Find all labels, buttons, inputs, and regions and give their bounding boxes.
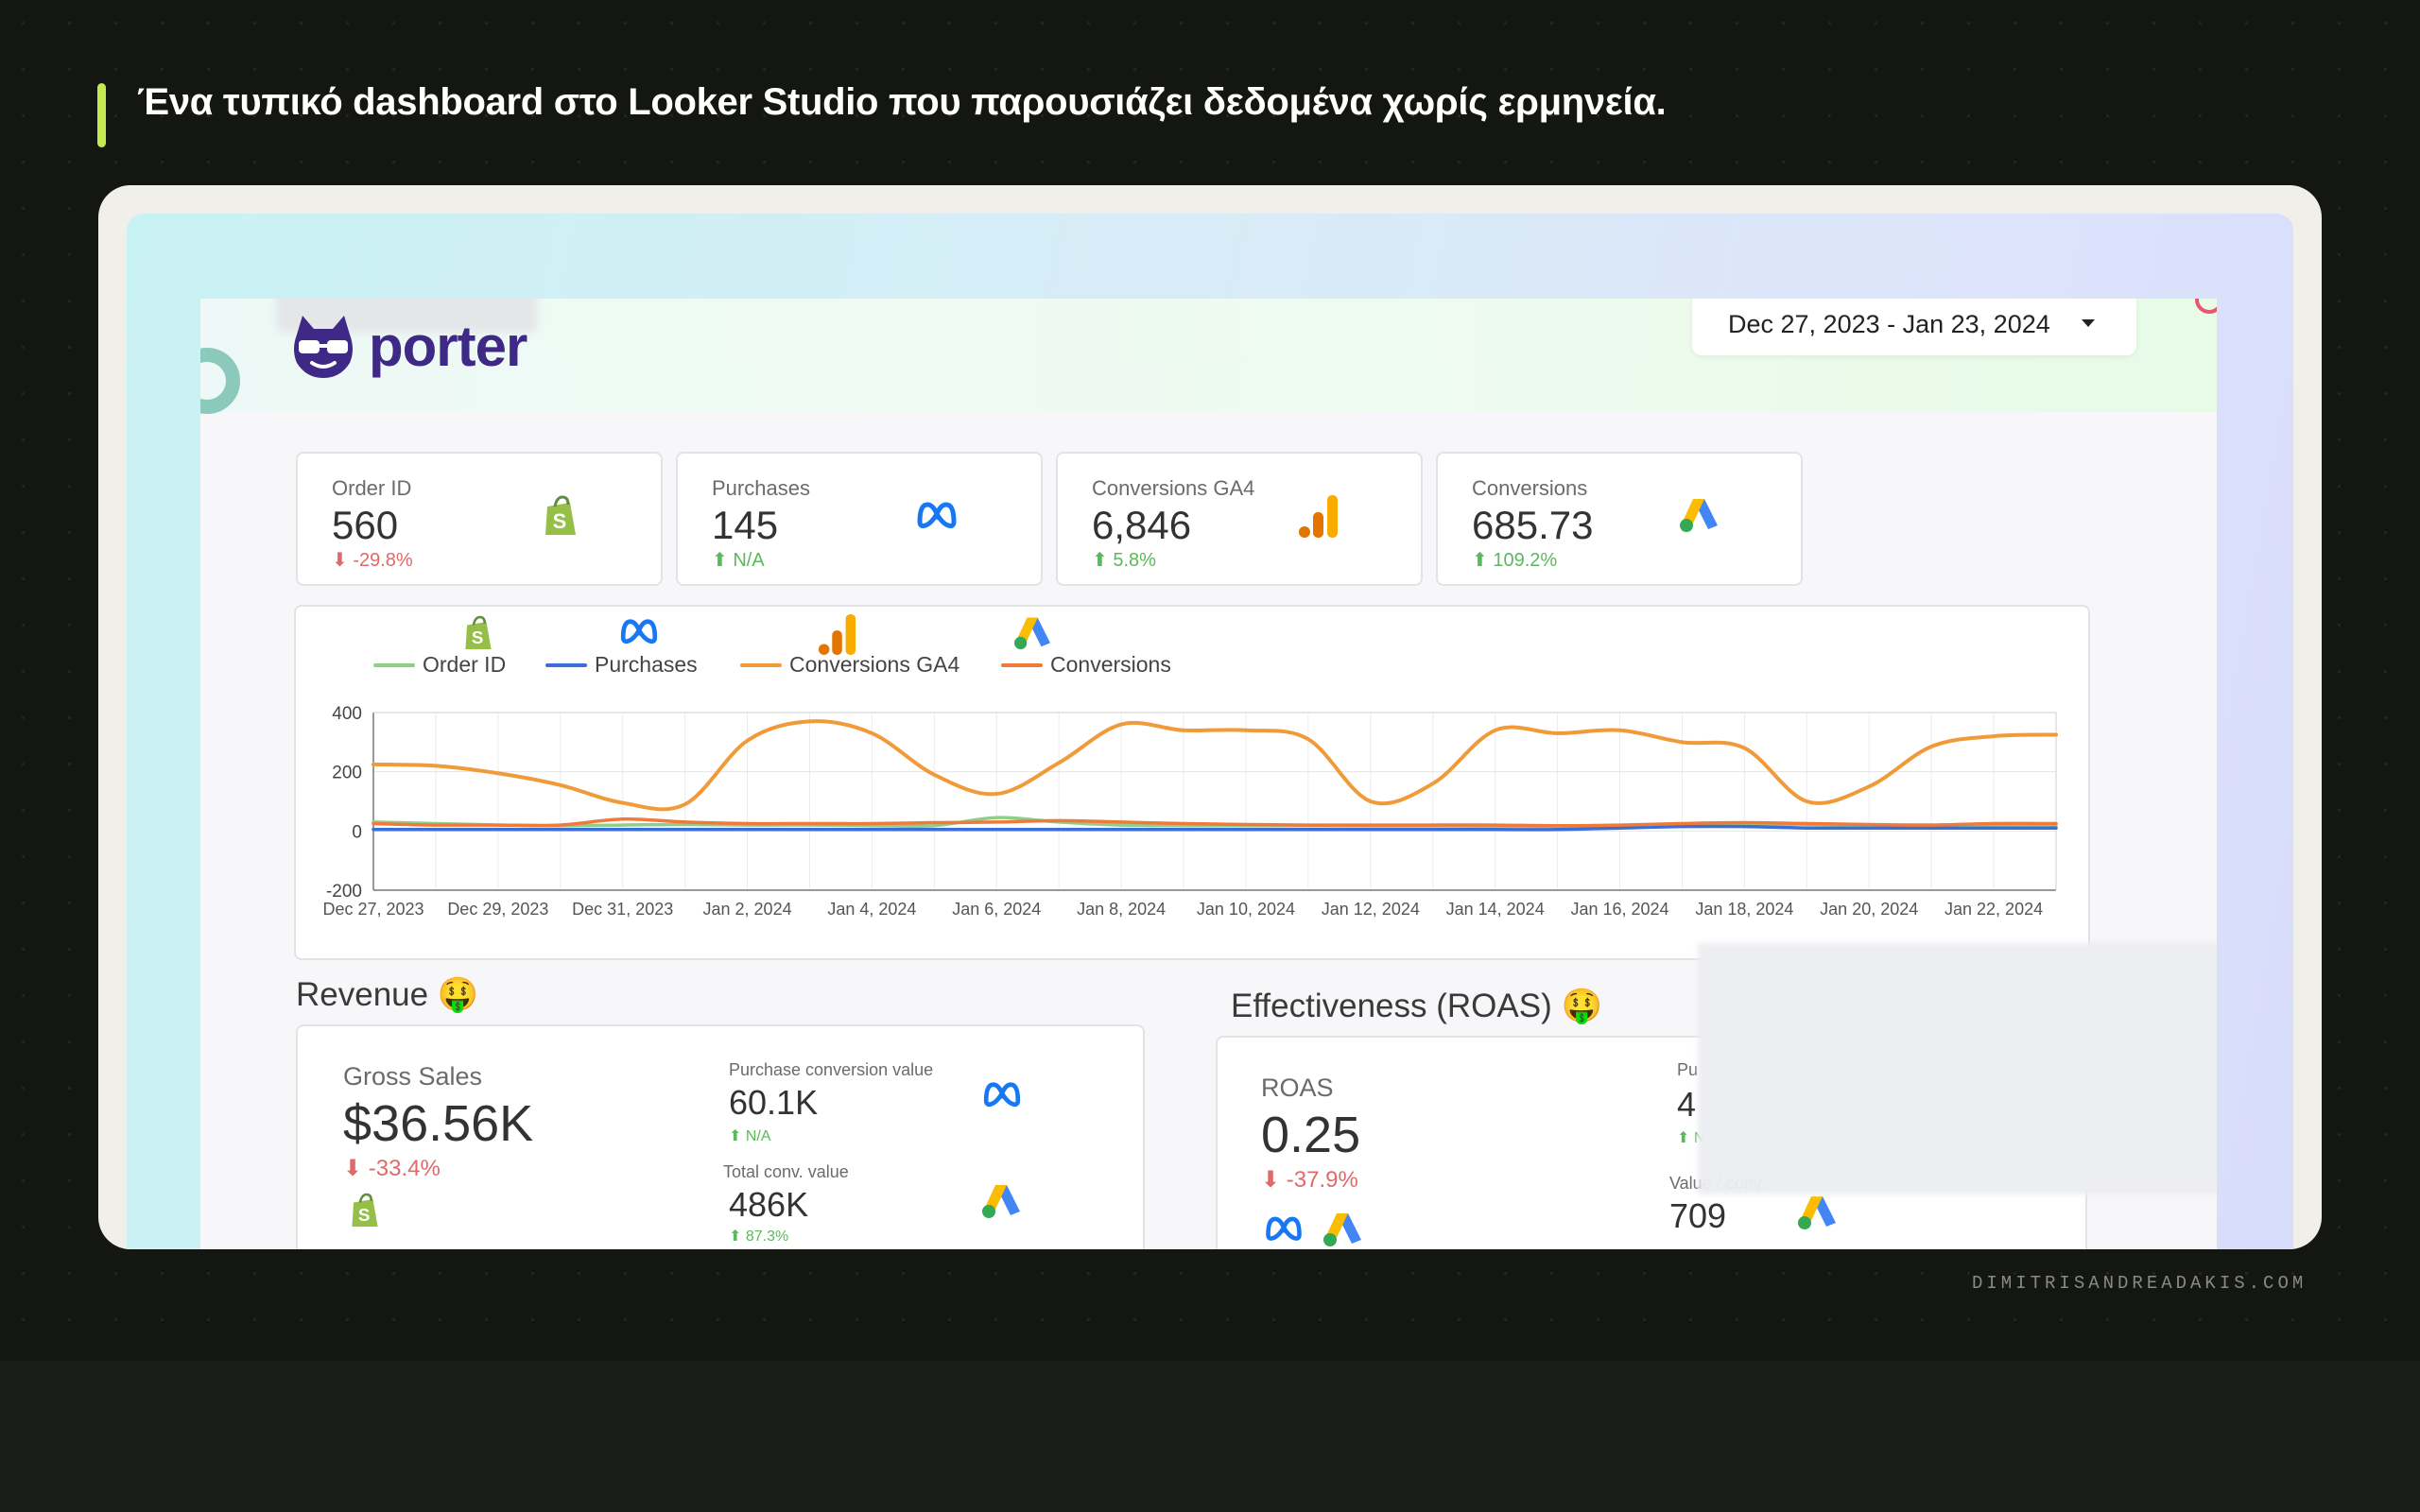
total-conv-value-delta: ⬆ 87.3% (729, 1228, 789, 1245)
purchases-partial-value: 4 (1677, 1085, 1697, 1124)
footer-band (0, 1361, 2420, 1512)
kpi-card-conversions[interactable]: Conversions 685.73 ⬆ 109.2% (1436, 452, 1803, 586)
x-tick-label: Jan 14, 2024 (1446, 900, 1545, 919)
kpi-delta: ⬆ 109.2% (1472, 550, 1558, 571)
revenue-card: Gross Sales $36.56K ⬇ -33.4% S Purchase … (296, 1024, 1145, 1249)
purchase-conversion-value-delta: ⬆ N/A (729, 1128, 771, 1144)
y-tick-label: 200 (332, 764, 362, 783)
time-series-chart-card: Order ID S Purchases Conversions GA4 Con… (294, 605, 2090, 960)
kpi-card-order-id[interactable]: Order ID 560 ⬇ -29.8% S (296, 452, 663, 586)
kpi-card-conversions-ga4[interactable]: Conversions GA4 6,846 ⬆ 5.8% (1056, 452, 1423, 586)
kpi-label: Conversions (1472, 476, 1588, 500)
kpi-value: 6,846 (1092, 503, 1192, 547)
series-line-conversions-ga4 (372, 719, 2058, 812)
x-tick-label: Jan 16, 2024 (1570, 900, 1668, 919)
x-tick-label: Jan 12, 2024 (1322, 900, 1420, 919)
roas-title: Effectiveness (ROAS) 🤑 (1231, 988, 1603, 1024)
purchase-conversion-value-label: Purchase conversion value (729, 1060, 934, 1079)
y-tick-label: 400 (332, 704, 362, 724)
google-ads-icon (1680, 499, 1718, 532)
looker-report: porter Dec 27, 2023 - Jan 23, 2024 Order… (200, 299, 2217, 1249)
y-tick-label: -200 (326, 882, 362, 902)
roas-label: ROAS (1261, 1074, 1334, 1102)
kpi-label: Purchases (712, 476, 810, 500)
x-tick-label: Jan 20, 2024 (1820, 900, 1918, 919)
roas-value: 0.25 (1261, 1107, 1361, 1163)
watermark: DIMITRISANDREADAKIS.COM (1972, 1273, 2308, 1294)
x-tick-label: Jan 10, 2024 (1197, 900, 1295, 919)
kpi-card-purchases[interactable]: Purchases 145 ⬆ N/A (676, 452, 1043, 586)
x-tick-label: Jan 4, 2024 (827, 900, 916, 919)
x-tick-label: Jan 2, 2024 (703, 900, 792, 919)
total-conv-value: 486K (729, 1185, 809, 1224)
dashboard-viewport: porter Dec 27, 2023 - Jan 23, 2024 Order… (127, 214, 2293, 1249)
svg-text:S: S (553, 509, 567, 533)
caption-accent-bar (97, 83, 106, 147)
x-tick-label: Dec 27, 2023 (322, 900, 424, 919)
x-tick-label: Jan 22, 2024 (1945, 900, 2043, 919)
gross-sales-delta: ⬇ -33.4% (343, 1156, 441, 1181)
total-conv-value-label: Total conv. value (723, 1162, 849, 1181)
x-tick-label: Jan 18, 2024 (1695, 900, 1793, 919)
kpi-label: Conversions GA4 (1092, 476, 1255, 500)
cat-mascot-icon (294, 316, 353, 378)
y-tick-label: 0 (352, 822, 362, 842)
kpi-delta: ⬆ 5.8% (1092, 550, 1156, 571)
line-chart: 400 200 0 -200Dec 27, 2023 Dec 29, 2023 Dec 3… (322, 704, 2058, 919)
kpi-value: 145 (712, 503, 779, 547)
redaction-blur (1698, 943, 2217, 1194)
meta-icon (1266, 1216, 1302, 1241)
revenue-title: Revenue 🤑 (296, 976, 479, 1013)
chevron-down-icon (2082, 319, 2095, 327)
google-ads-icon (1798, 1196, 1836, 1229)
page-caption: Ένα τυπικό dashboard στο Looker Studio π… (137, 81, 1667, 123)
date-range-picker[interactable]: Dec 27, 2023 - Jan 23, 2024 (1692, 299, 2136, 355)
purchases-partial-label: Pu (1677, 1060, 1699, 1079)
porter-logo: porter (287, 310, 527, 382)
gross-sales-value: $36.56K (343, 1095, 534, 1152)
google-analytics-icon (1299, 495, 1338, 538)
shopify-icon: S (545, 495, 576, 535)
kpi-value: 560 (332, 503, 399, 547)
shopify-icon: S (352, 1193, 378, 1227)
google-ads-icon (1323, 1213, 1361, 1246)
brand-name: porter (369, 314, 527, 378)
screenshot-frame: porter Dec 27, 2023 - Jan 23, 2024 Order… (98, 185, 2322, 1249)
kpi-delta: ⬆ N/A (712, 550, 765, 571)
date-range-label: Dec 27, 2023 - Jan 23, 2024 (1728, 309, 2050, 338)
x-tick-label: Dec 31, 2023 (572, 900, 673, 919)
kpi-value: 685.73 (1472, 503, 1594, 547)
meta-icon (917, 502, 957, 528)
kpi-delta: ⬇ -29.8% (332, 550, 413, 571)
purchase-conversion-value: 60.1K (729, 1083, 819, 1122)
roas-delta: ⬇ -37.9% (1261, 1167, 1358, 1193)
gross-sales-label: Gross Sales (343, 1062, 483, 1091)
x-tick-label: Dec 29, 2023 (447, 900, 548, 919)
google-ads-icon (982, 1185, 1020, 1218)
svg-text:S: S (358, 1205, 370, 1225)
meta-icon (983, 1082, 1021, 1108)
x-tick-label: Jan 6, 2024 (952, 900, 1041, 919)
x-tick-label: Jan 8, 2024 (1077, 900, 1166, 919)
kpi-label: Order ID (332, 476, 412, 500)
value-per-conv-value: 709 (1669, 1196, 1727, 1235)
